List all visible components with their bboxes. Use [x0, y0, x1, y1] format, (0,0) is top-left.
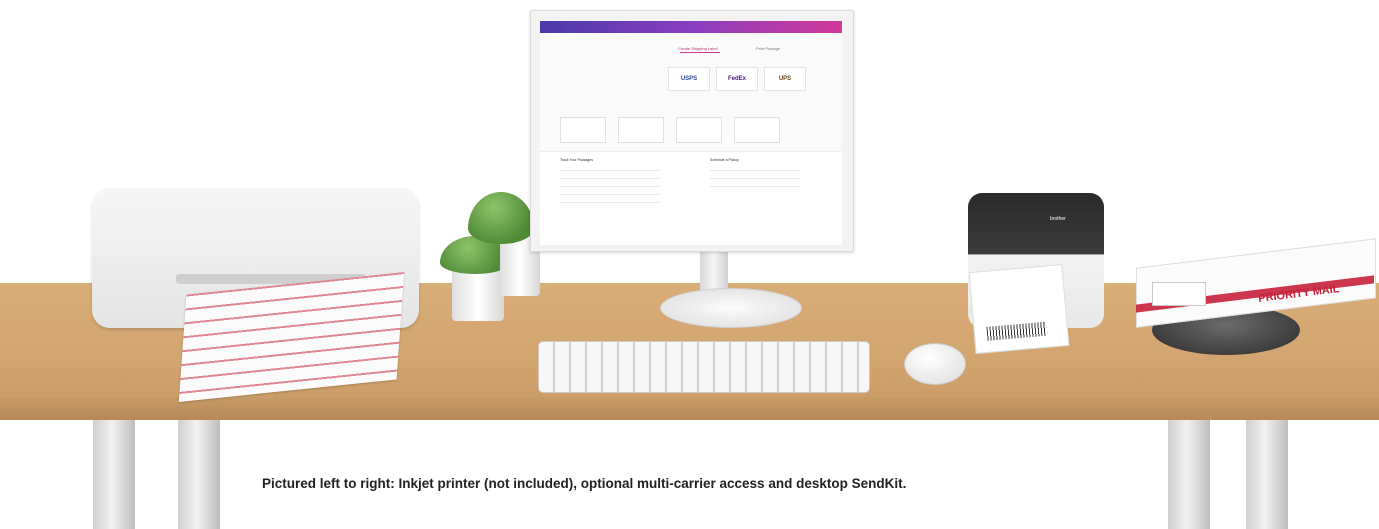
table-row: [710, 170, 800, 171]
shipping-label: [968, 264, 1070, 354]
table-row: [560, 178, 660, 179]
label-printer-brand: brother: [1050, 216, 1066, 222]
app-navbar: [540, 21, 842, 33]
dashboard-lower: Track Your Packages Schedule a Pickup: [540, 151, 842, 245]
package-card: [734, 117, 780, 143]
table-row: [560, 186, 660, 187]
mouse: [904, 343, 966, 385]
tab-print-postage: Print Postage: [756, 46, 781, 51]
table-row: [560, 170, 660, 171]
table-row: [710, 186, 800, 187]
track-packages-heading: Track Your Packages: [560, 158, 593, 162]
table-row: [560, 202, 660, 203]
usps-logo-panel: [1152, 282, 1206, 306]
monitor-stand-base: [660, 288, 802, 328]
package-card: [676, 117, 722, 143]
tab-create-label: Create Shipping Label: [678, 46, 718, 51]
schedule-pickup-heading: Schedule a Pickup: [710, 158, 739, 162]
package-card: [560, 117, 606, 143]
keyboard: [538, 341, 870, 393]
carrier-usps: USPS: [668, 67, 710, 91]
desk-leg: [1246, 420, 1288, 529]
desk-leg: [1168, 420, 1210, 529]
monitor-screen: Create Shipping Label Print Postage USPS…: [540, 21, 842, 245]
monitor-stand-neck: [700, 250, 728, 290]
desk-edge: [0, 398, 1379, 420]
table-row: [710, 178, 800, 179]
carrier-ups: UPS: [764, 67, 806, 91]
desk-leg: [178, 420, 220, 529]
package-card: [618, 117, 664, 143]
succulent-plant: [468, 192, 534, 244]
active-tab-underline: [680, 52, 720, 53]
table-row: [560, 194, 660, 195]
image-caption: Pictured left to right: Inkjet printer (…: [262, 476, 907, 491]
carrier-fedex: FedEx: [716, 67, 758, 91]
desk-leg: [93, 420, 135, 529]
